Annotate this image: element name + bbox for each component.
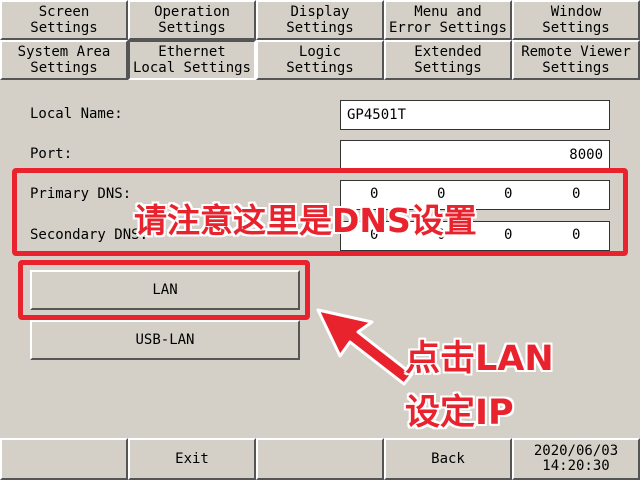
date-text: 2020/06/03 bbox=[533, 443, 619, 459]
tab-label: Screen Settings bbox=[30, 4, 98, 36]
tab-label: Operation Settings bbox=[154, 4, 230, 36]
tab-remote-viewer-settings[interactable]: Remote Viewer Settings bbox=[512, 40, 640, 80]
tab-label: Display Settings bbox=[286, 4, 354, 36]
datetime-display: 2020/06/03 14:20:30 bbox=[512, 438, 640, 480]
port-field[interactable]: 8000 bbox=[340, 140, 610, 170]
bottom-empty-1 bbox=[0, 438, 128, 480]
dns-note-annotation: 请注意这里是DNS设置 bbox=[134, 201, 477, 240]
tab-window-settings[interactable]: Window Settings bbox=[512, 0, 640, 40]
exit-button[interactable]: Exit bbox=[128, 438, 256, 480]
local-name-label: Local Name: bbox=[30, 106, 123, 122]
lan-highlight-box bbox=[18, 260, 310, 320]
port-label: Port: bbox=[30, 146, 73, 162]
tab-menu-error-settings[interactable]: Menu and Error Settings bbox=[384, 0, 512, 40]
bottom-bar: Exit Back 2020/06/03 14:20:30 bbox=[0, 438, 640, 480]
tab-label: Menu and Error Settings bbox=[388, 4, 507, 36]
tab-display-settings[interactable]: Display Settings bbox=[256, 0, 384, 40]
tab-label: Window Settings bbox=[542, 4, 610, 36]
tab-operation-settings[interactable]: Operation Settings bbox=[128, 0, 256, 40]
bottom-empty-2 bbox=[256, 438, 384, 480]
tab-label: System Area Settings bbox=[17, 44, 111, 76]
tab-system-area-settings[interactable]: System Area Settings bbox=[0, 40, 128, 80]
tab-label: Logic Settings bbox=[286, 44, 354, 76]
click-lan-annotation: 点击LAN bbox=[405, 339, 554, 379]
tab-label: Ethernet Local Settings bbox=[132, 44, 251, 76]
tab-label: Extended Settings bbox=[414, 44, 482, 76]
tab-ethernet-local-settings[interactable]: Ethernet Local Settings bbox=[128, 40, 256, 80]
tab-extended-settings[interactable]: Extended Settings bbox=[384, 40, 512, 80]
time-text: 14:20:30 bbox=[542, 458, 610, 474]
tab-label: Remote Viewer Settings bbox=[521, 44, 631, 76]
arrow-icon bbox=[316, 308, 414, 386]
tab-screen-settings[interactable]: Screen Settings bbox=[0, 0, 128, 40]
port-value: 8000 bbox=[569, 147, 603, 163]
set-ip-annotation: 设定IP bbox=[405, 393, 514, 433]
tab-logic-settings[interactable]: Logic Settings bbox=[256, 40, 384, 80]
back-button[interactable]: Back bbox=[384, 438, 512, 480]
local-name-value: GP4501T bbox=[347, 107, 407, 123]
usb-lan-button[interactable]: USB-LAN bbox=[30, 320, 300, 360]
local-name-field[interactable]: GP4501T bbox=[340, 100, 610, 130]
